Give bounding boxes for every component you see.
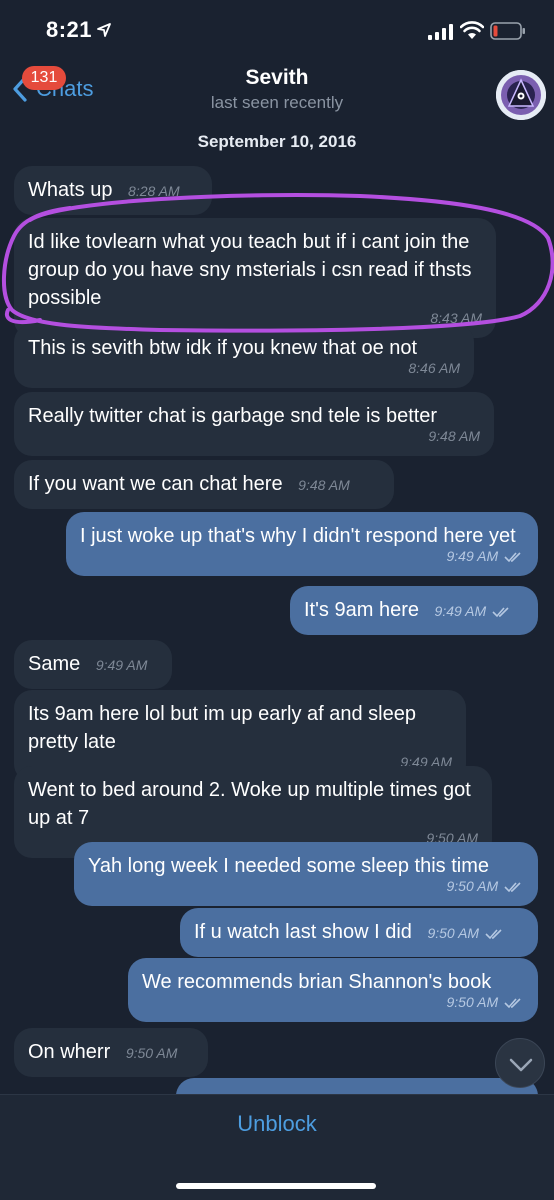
date-separator: September 10, 2016 (197, 132, 357, 151)
read-ticks-icon (504, 998, 521, 1009)
location-arrow-icon (97, 23, 111, 37)
read-ticks-icon (492, 607, 509, 618)
read-ticks-icon (504, 882, 521, 893)
message-incoming[interactable]: Whats up 8:28 AM (14, 166, 212, 215)
message-outgoing[interactable]: If u watch last show I did 9:50 AM (180, 908, 538, 957)
message-text: If u watch last show I did (194, 921, 412, 943)
message-text: Its 9am here lol but im up early af and … (28, 703, 416, 753)
message-text: Id like tovlearn what you teach but if i… (28, 231, 472, 309)
scroll-down-button[interactable] (495, 1038, 545, 1088)
message-time: 9:49 AM (446, 548, 499, 564)
message-outgoing[interactable]: We recommends brian Shannon's book 9:50 … (128, 958, 538, 1022)
message-outgoing[interactable]: Yah long week I needed some sleep this t… (74, 842, 538, 906)
message-outgoing[interactable]: It's 9am here 9:49 AM (290, 586, 538, 635)
avatar-image (496, 70, 546, 120)
message-incoming[interactable]: This is sevith btw idk if you knew that … (14, 324, 474, 388)
message-time: 9:49 AM (434, 603, 487, 619)
message-time: 8:28 AM (128, 183, 180, 199)
chat-subtitle: last seen recently (210, 93, 344, 112)
message-incoming[interactable]: Same 9:49 AM (14, 640, 172, 689)
message-incoming[interactable]: Really twitter chat is garbage snd tele … (14, 392, 494, 456)
message-text: On wherr (28, 1041, 111, 1063)
battery-icon (490, 22, 525, 40)
message-text: Same (28, 653, 81, 675)
message-text: If you want we can chat here (28, 473, 283, 495)
avatar[interactable] (496, 70, 546, 120)
message-incoming[interactable]: On wherr 9:50 AM (14, 1028, 208, 1077)
message-time: 9:50 AM (125, 1045, 178, 1061)
read-ticks-icon (504, 552, 521, 563)
message-text: Really twitter chat is garbage snd tele … (28, 405, 438, 427)
message-time: 9:50 AM (446, 878, 499, 894)
message-time: 9:48 AM (298, 477, 350, 493)
message-time: 9:50 AM (427, 925, 480, 941)
home-indicator (176, 1183, 376, 1189)
chat-title: Sevith (245, 66, 309, 89)
message-text: Whats up (28, 179, 113, 201)
read-ticks-icon (485, 929, 502, 940)
bottom-bar: Unblock (0, 1094, 554, 1200)
status-bar: 8:21 (0, 0, 554, 62)
message-incoming[interactable]: Id like tovlearn what you teach but if i… (14, 218, 496, 338)
message-incoming[interactable]: If you want we can chat here 9:48 AM (14, 460, 394, 509)
message-list[interactable]: September 10, 2016 Whats up 8:28 AM Id l… (0, 120, 554, 1094)
chevron-down-icon (509, 1058, 533, 1072)
message-outgoing[interactable]: I just woke up that's why I didn't respo… (66, 512, 538, 576)
message-text: It's 9am here (304, 599, 419, 621)
message-meta: 9:50 AM (427, 925, 505, 941)
wifi-icon (460, 21, 484, 39)
message-text: Went to bed around 2. Woke up multiple t… (28, 779, 471, 829)
message-time: 9:49 AM (95, 657, 148, 673)
message-time: 9:50 AM (446, 994, 499, 1010)
message-outgoing-partial[interactable] (176, 1078, 538, 1094)
chat-header: Chats 131 Sevith last seen recently (0, 54, 554, 120)
signal-icon (428, 24, 453, 40)
message-meta: 9:49 AM (435, 603, 513, 619)
unblock-button[interactable]: Unblock (0, 1111, 554, 1137)
status-time: 8:21 (46, 17, 93, 42)
message-text: This is sevith btw idk if you knew that … (28, 337, 418, 359)
